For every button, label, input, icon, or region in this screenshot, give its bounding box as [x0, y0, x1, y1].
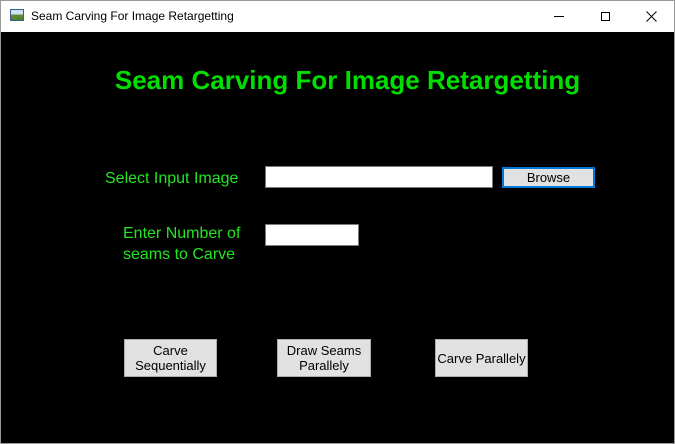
minimize-icon [554, 16, 564, 17]
title-bar[interactable]: Seam Carving For Image Retargetting [1, 1, 674, 32]
seams-count-field[interactable] [265, 224, 359, 246]
page-heading: Seam Carving For Image Retargetting [114, 65, 581, 95]
close-icon [645, 11, 657, 22]
browse-button[interactable]: Browse [502, 167, 595, 188]
draw-seams-parallely-button[interactable]: Draw Seams Parallely [277, 339, 371, 377]
maximize-icon [600, 12, 610, 21]
browse-button-label: Browse [526, 170, 571, 185]
close-button[interactable] [628, 1, 674, 32]
app-image-icon [10, 9, 24, 21]
minimize-button[interactable] [536, 1, 582, 32]
app-window: Seam Carving For Image Retargetting Seam… [0, 0, 675, 444]
maximize-button[interactable] [582, 1, 628, 32]
input-image-label: Select Input Image [105, 170, 239, 187]
carve-parallely-label: Carve Parallely [437, 350, 526, 366]
carve-sequentially-label: Carve Sequentially [135, 343, 206, 373]
input-image-path-field[interactable] [265, 166, 493, 188]
carve-sequentially-button[interactable]: Carve Sequentially [124, 339, 217, 377]
seams-count-label: Enter Number of seams to Carve [123, 225, 241, 263]
draw-seams-parallely-label: Draw Seams Parallely [286, 343, 362, 373]
window-title: Seam Carving For Image Retargetting [31, 9, 234, 23]
carve-parallely-button[interactable]: Carve Parallely [435, 339, 528, 377]
